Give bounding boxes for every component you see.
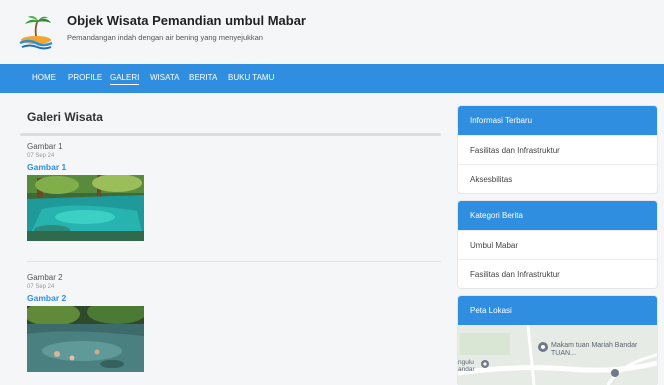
site-title: Objek Wisata Pemandian umbul Mabar xyxy=(67,13,306,28)
gallery-item-1: Gambar 1 07 Sep 24 Gambar 1 xyxy=(27,142,144,246)
map-pin-icon xyxy=(538,342,548,352)
nav-berita[interactable]: BERITA xyxy=(189,73,217,82)
title-divider xyxy=(20,133,441,136)
nav-wisata[interactable]: WISATA xyxy=(150,73,179,82)
gallery-item-date: 07 Sep 24 xyxy=(27,284,55,290)
sidebar: Informasi Terbaru Fasilitas dan Infrastr… xyxy=(458,106,657,385)
news-category-item[interactable]: Umbul Mabar xyxy=(458,230,657,259)
news-category-item[interactable]: Fasilitas dan Infrastruktur xyxy=(458,259,657,288)
site-logo[interactable] xyxy=(17,16,55,50)
gallery-item-link[interactable]: Gambar 2 xyxy=(27,293,144,303)
site-tagline: Pemandangan indah dengan air bening yang… xyxy=(67,33,263,42)
news-category-card: Kategori Berita Umbul Mabar Fasilitas da… xyxy=(458,201,657,288)
main-navbar: HOME PROFILE GALERI WISATA BERITA BUKU T… xyxy=(0,64,664,93)
latest-info-item[interactable]: Fasilitas dan Infrastruktur xyxy=(458,135,657,164)
site-header: Objek Wisata Pemandian umbul Mabar Peman… xyxy=(0,0,664,64)
gallery-item-link[interactable]: Gambar 1 xyxy=(27,162,144,172)
nav-buku-tamu[interactable]: BUKU TAMU xyxy=(228,73,274,82)
gallery-item-2: Gambar 2 07 Sep 24 Gambar 2 xyxy=(24,273,147,377)
gallery-photo-2[interactable] xyxy=(24,300,147,372)
nav-profile[interactable]: PROFILE xyxy=(68,73,102,82)
gallery-item-date: 07 Sep 24 xyxy=(27,153,55,159)
gallery-item-caption: Gambar 2 xyxy=(27,273,63,282)
map-pin-icon xyxy=(481,360,489,368)
map-place-label: Makam tuan Mariah Bandar TUAN... xyxy=(551,342,638,357)
news-category-header: Kategori Berita xyxy=(458,201,657,230)
location-map[interactable]: Makam tuan Mariah Bandar TUAN... ngulu a… xyxy=(458,325,657,385)
nav-galeri[interactable]: GALERI xyxy=(110,73,140,85)
latest-info-header: Informasi Terbaru xyxy=(458,106,657,135)
map-edge-label: ngulu andar xyxy=(458,359,475,373)
location-map-card: Peta Lokasi Makam tuan Mariah Bandar TUA… xyxy=(458,296,657,385)
nav-home[interactable]: HOME xyxy=(32,73,56,82)
latest-info-card: Informasi Terbaru Fasilitas dan Infrastr… xyxy=(458,106,657,193)
gallery-item-caption: Gambar 1 xyxy=(27,142,63,151)
gallery-photo-1[interactable] xyxy=(27,174,144,241)
item-divider xyxy=(27,261,441,262)
page-title: Galeri Wisata xyxy=(27,110,103,124)
latest-info-item[interactable]: Aksesbilitas xyxy=(458,164,657,193)
location-map-header: Peta Lokasi xyxy=(458,296,657,325)
gallery-section: Galeri Wisata Gambar 1 07 Sep 24 Gambar … xyxy=(20,101,441,381)
